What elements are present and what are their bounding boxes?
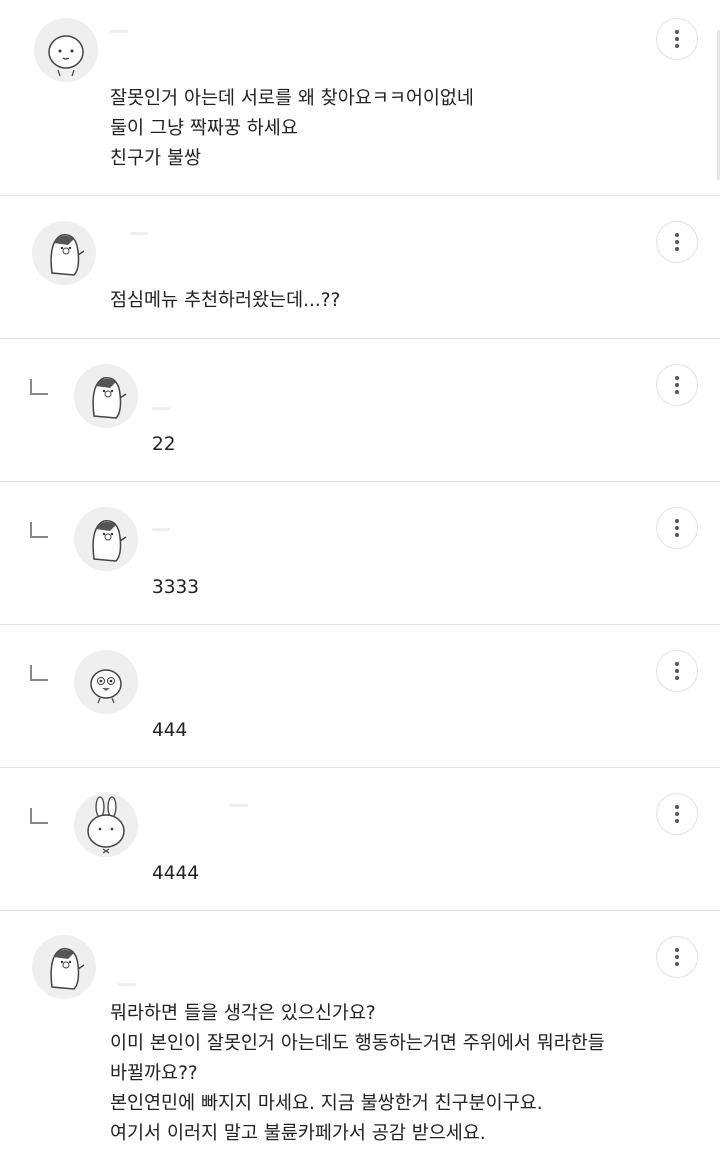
reply-text: 22 <box>152 434 176 455</box>
dot-icon <box>675 383 679 387</box>
baby-face-avatar-icon[interactable] <box>34 18 98 82</box>
dot-icon <box>675 233 679 237</box>
reply-item: 3333 <box>0 482 720 625</box>
bird-character-avatar-icon[interactable] <box>32 221 96 285</box>
nickname-placeholder <box>118 983 136 986</box>
more-options-button[interactable] <box>656 650 698 692</box>
more-options-button[interactable] <box>656 507 698 549</box>
reply-arrow-icon <box>30 522 48 538</box>
dot-icon <box>675 662 679 666</box>
more-options-button[interactable] <box>656 793 698 835</box>
dot-icon <box>675 519 679 523</box>
reply-item: 4444 <box>0 768 720 911</box>
nickname-placeholder <box>110 30 128 33</box>
reply-arrow-icon <box>30 808 48 824</box>
comment-text: 뭐라하면 들을 생각은 있으신가요? 이미 본인이 잘못인거 아는데도 행동하는… <box>110 1003 605 1144</box>
dot-icon <box>675 37 679 41</box>
reply-text: 444 <box>152 720 188 741</box>
dot-icon <box>675 948 679 952</box>
nickname-placeholder <box>230 804 248 807</box>
bird-character-avatar-icon[interactable] <box>74 364 138 428</box>
dot-icon <box>675 240 679 244</box>
dot-icon <box>675 30 679 34</box>
bird-character-avatar-icon[interactable] <box>74 507 138 571</box>
reply-text: 4444 <box>152 863 200 884</box>
dot-icon <box>675 805 679 809</box>
comment-text: 점심메뉴 추천하러왔는데...?? <box>110 290 341 311</box>
reply-text: 3333 <box>152 577 200 598</box>
more-options-button[interactable] <box>656 364 698 406</box>
dot-icon <box>675 44 679 48</box>
comment-item: 잘못인거 아는데 서로를 왜 찾아요ㅋㅋ어이없네 둘이 그냥 짝짜꿍 하세요 친… <box>0 0 720 196</box>
dot-icon <box>675 955 679 959</box>
more-options-button[interactable] <box>656 936 698 978</box>
comment-item: 점심메뉴 추천하러왔는데...?? <box>0 196 720 339</box>
reply-arrow-icon <box>30 379 48 395</box>
dot-icon <box>675 526 679 530</box>
dot-icon <box>675 533 679 537</box>
comment-item: 뭐라하면 들을 생각은 있으신가요? 이미 본인이 잘못인거 아는데도 행동하는… <box>0 911 720 1149</box>
more-options-button[interactable] <box>656 18 698 60</box>
reply-item: 22 <box>0 339 720 482</box>
more-options-button[interactable] <box>656 221 698 263</box>
dot-icon <box>675 376 679 380</box>
dot-icon <box>675 812 679 816</box>
reply-item: 444 <box>0 625 720 768</box>
dot-icon <box>675 390 679 394</box>
nickname-placeholder <box>152 407 170 410</box>
dot-icon <box>675 676 679 680</box>
comment-text: 잘못인거 아는데 서로를 왜 찾아요ㅋㅋ어이없네 둘이 그냥 짝짜꿍 하세요 친… <box>110 88 474 169</box>
reply-arrow-icon <box>30 665 48 681</box>
dot-icon <box>675 962 679 966</box>
rabbit-character-avatar-icon[interactable] <box>74 793 138 857</box>
dot-icon <box>675 669 679 673</box>
bird-character-avatar-icon[interactable] <box>32 935 96 999</box>
chick-character-avatar-icon[interactable] <box>74 650 138 714</box>
dot-icon <box>675 819 679 823</box>
nickname-placeholder <box>152 528 170 531</box>
dot-icon <box>675 247 679 251</box>
nickname-placeholder <box>130 232 148 235</box>
